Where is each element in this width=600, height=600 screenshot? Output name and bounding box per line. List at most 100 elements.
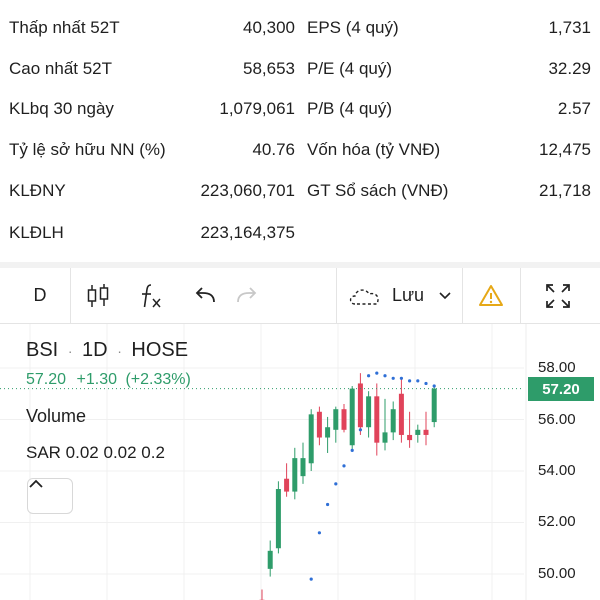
warning-icon	[479, 284, 503, 306]
toolbar-divider	[462, 268, 463, 323]
stat-value: 12,475	[539, 140, 591, 159]
y-axis-tick: 56.00	[538, 411, 576, 428]
stat-value: 223,060,701	[200, 181, 295, 200]
sar-dot	[399, 376, 403, 380]
toolbar-divider	[70, 268, 71, 323]
y-axis-tick: 52.00	[538, 513, 576, 530]
stat-row-foreign-ownership: Tỷ lệ sở hữu NN (%) 40.76	[9, 130, 295, 170]
candle-body	[382, 432, 388, 443]
function-icon	[142, 283, 161, 307]
candle-body	[275, 489, 281, 549]
last-price-tag: 57.20	[528, 377, 594, 401]
stat-label: GT Sổ sách (VNĐ)	[307, 181, 449, 200]
stat-row-low-52w: Thấp nhất 52T 40,300	[9, 8, 295, 48]
undo-button[interactable]	[186, 268, 226, 323]
candle-body	[325, 427, 331, 438]
stat-row-outstanding-volume: KLĐLH 223,164,375	[9, 213, 295, 253]
fullscreen-button[interactable]	[528, 268, 588, 323]
candle-body	[374, 396, 380, 443]
sar-dot	[416, 379, 420, 383]
interval-button[interactable]: D	[18, 268, 62, 323]
candle-body	[398, 393, 404, 435]
stat-row-pe: P/E (4 quý) 32.29	[307, 49, 591, 89]
cloud-icon	[349, 288, 379, 305]
candle-body	[431, 388, 437, 423]
sar-dot	[317, 531, 321, 535]
toolbar-divider	[520, 268, 521, 323]
sar-dot	[342, 464, 346, 468]
candle-body	[357, 383, 363, 428]
stat-value: 2.57	[557, 99, 591, 118]
stat-row-high-52w: Cao nhất 52T 58,653	[9, 49, 295, 89]
sar-dot	[375, 371, 379, 375]
candle-body	[423, 429, 429, 435]
last-price: 57.20	[26, 371, 67, 388]
sar-dot	[350, 448, 354, 452]
candlestick-icon	[87, 283, 109, 307]
sar-dot	[424, 381, 428, 386]
candle-body	[267, 550, 273, 569]
stat-value: 40.76	[252, 140, 295, 159]
stat-value: 1,079,061	[219, 99, 295, 118]
y-axis-tick: 58.00	[538, 359, 576, 376]
candle-body	[333, 409, 339, 430]
candle-body	[349, 388, 355, 446]
redo-button[interactable]	[226, 268, 266, 323]
price-change: +1.30	[76, 371, 117, 388]
price-change-line: 57.20 +1.30 (+2.33%)	[26, 371, 191, 389]
undo-icon	[195, 286, 215, 302]
candle-body	[407, 434, 413, 441]
redo-icon	[237, 286, 257, 302]
toolbar-divider	[336, 268, 337, 323]
fullscreen-icon	[546, 283, 570, 308]
stat-label: Cao nhất 52T	[9, 59, 113, 78]
sar-dot	[326, 502, 330, 507]
candle-body	[390, 409, 396, 433]
candle-body	[300, 458, 306, 477]
y-axis-tick: 54.00	[538, 462, 576, 479]
sar-dot	[334, 482, 338, 486]
sar-dot	[367, 374, 371, 378]
volume-indicator-label[interactable]: Volume	[26, 406, 86, 427]
sar-indicator-label[interactable]: SAR 0.02 0.02 0.2	[26, 443, 165, 463]
chevron-down-icon	[439, 291, 451, 299]
candle-body	[292, 458, 298, 492]
interval-label: D	[33, 285, 47, 305]
sar-dot	[358, 428, 362, 432]
sar-dot	[391, 376, 395, 380]
separator-dot: ·	[117, 343, 122, 359]
save-label: Lưu	[392, 285, 425, 305]
stat-row-book-value: GT Sổ sách (VNĐ) 21,718	[307, 171, 591, 211]
price-change-percent: (+2.33%)	[125, 371, 191, 388]
collapse-legend-button[interactable]	[27, 478, 73, 514]
stat-label: KLĐNY	[9, 181, 66, 200]
save-layout-button[interactable]: Lưu	[342, 268, 462, 323]
candle-body	[415, 429, 421, 435]
warning-button[interactable]	[466, 268, 516, 323]
indicators-button[interactable]	[124, 268, 178, 323]
stat-row-avg-volume-30d: KLbq 30 ngày 1,079,061	[9, 89, 295, 129]
chart-type-button[interactable]	[74, 268, 122, 323]
candle-body	[366, 396, 372, 428]
stat-label: Thấp nhất 52T	[9, 18, 120, 37]
sar-dot	[309, 577, 313, 581]
symbol: BSI	[26, 339, 59, 361]
stat-value: 1,731	[548, 18, 591, 37]
stat-row-pb: P/B (4 quý) 2.57	[307, 89, 591, 129]
stat-row-market-cap: Vốn hóa (tỷ VNĐ) 12,475	[307, 130, 591, 170]
stat-label: P/E (4 quý)	[307, 59, 393, 78]
sar-dot	[408, 379, 412, 383]
stock-stats-panel: Thấp nhất 52T 40,300 Cao nhất 52T 58,653…	[0, 0, 600, 262]
stat-value: 58,653	[243, 59, 295, 78]
stat-label: KLbq 30 ngày	[9, 99, 114, 118]
candle-body	[316, 411, 322, 438]
stat-label: KLĐLH	[9, 223, 64, 242]
candle-body	[341, 409, 347, 430]
stat-label: EPS (4 quý)	[307, 18, 399, 37]
stat-value: 40,300	[243, 18, 295, 37]
candle-body	[308, 414, 314, 464]
stat-value: 223,164,375	[200, 223, 295, 242]
stat-value: 21,718	[539, 181, 591, 200]
price-chart[interactable]: BSI · 1D · HOSE 57.20 +1.30 (+2.33%) Vol…	[0, 324, 600, 600]
stat-value: 32.29	[548, 59, 591, 78]
